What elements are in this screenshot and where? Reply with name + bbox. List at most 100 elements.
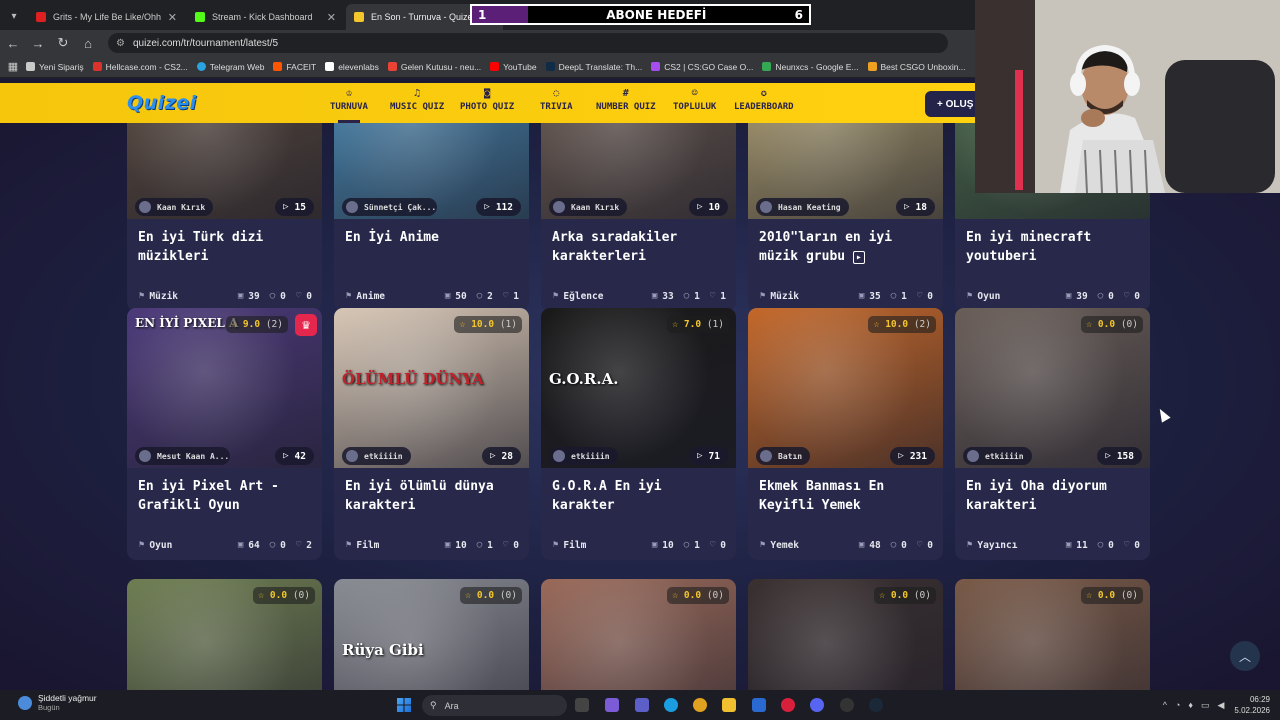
nav-turnuva[interactable]: ♔ TURNUVA bbox=[330, 88, 368, 112]
like-count[interactable]: ♡ 0 bbox=[503, 540, 519, 551]
bookmark[interactable]: Telegram Web bbox=[196, 62, 264, 72]
quiz-card[interactable]: Sünnetçi Çak... ▷ 112 En İyi Anime ⚑ Anime ▣ 50… bbox=[334, 123, 529, 311]
category[interactable]: ⚑ Film bbox=[553, 540, 642, 551]
steam-icon[interactable] bbox=[869, 698, 883, 712]
quiz-thumbnail[interactable]: ÖLÜMLÜ DÜNYA ☆ 10.0 (1) etkiiiin ▷ 28 bbox=[334, 308, 529, 468]
quiz-thumbnail[interactable]: ☆ 0.0 (0) etkiiiin ▷ 158 bbox=[955, 308, 1150, 468]
network-icon[interactable]: ◔ bbox=[1175, 700, 1180, 710]
store-icon[interactable] bbox=[752, 698, 766, 712]
taskbar-search[interactable]: ⚲ Ara bbox=[422, 695, 567, 716]
author-chip[interactable]: etkiiiin bbox=[342, 447, 411, 465]
weather-widget[interactable]: Şiddetli yağmur Bugün bbox=[18, 693, 97, 712]
nav-photo-quiz[interactable]: ◙ PHOTO QUIZ bbox=[460, 88, 514, 112]
nav-trivia[interactable]: ◌ TRIVIA bbox=[540, 88, 573, 112]
author-chip[interactable]: Sünnetçi Çak... bbox=[342, 198, 437, 216]
author-chip[interactable]: Kaan Kırık bbox=[135, 198, 214, 216]
microphone-icon[interactable]: ♦ bbox=[1188, 700, 1193, 710]
nav-topluluk[interactable]: ☺ TOPLULUK bbox=[673, 88, 716, 112]
like-count[interactable]: ♡ 1 bbox=[710, 291, 726, 302]
category[interactable]: ⚑ Anime bbox=[346, 291, 435, 302]
like-count[interactable]: ♡ 0 bbox=[917, 291, 933, 302]
quiz-thumbnail[interactable]: ☆ 0.0 (0) bbox=[955, 579, 1150, 690]
quiz-thumbnail[interactable]: Sünnetçi Çak... ▷ 112 bbox=[334, 123, 529, 219]
category[interactable]: ⚑ Yemek bbox=[760, 540, 849, 551]
quiz-card[interactable]: ☆ 0.0 (0) etkiiiin ▷ 158 En iyi Oha diyorum … bbox=[955, 308, 1150, 560]
bookmark[interactable]: Yeni Sipariş bbox=[26, 62, 84, 72]
quiz-title[interactable]: Ekmek Banması En Keyifli Yemek bbox=[748, 468, 943, 530]
nav-leaderboard[interactable]: ✪ LEADERBOARD bbox=[734, 88, 794, 112]
quiz-thumbnail[interactable]: EN İYİ PIXEL A ☆ 9.0 (2) ♛ Mesut Kaan A... ▷… bbox=[127, 308, 322, 468]
category[interactable]: ⚑ Oyun bbox=[139, 540, 228, 551]
chevron-up-icon[interactable]: ^ bbox=[1163, 700, 1167, 710]
bookmark[interactable]: Hellcase.com - CS2... bbox=[92, 62, 188, 72]
bookmark[interactable]: Best CSGO Unboxin... bbox=[867, 62, 966, 72]
bookmark[interactable]: DeepL Translate: Th... bbox=[545, 62, 642, 72]
quiz-thumbnail[interactable]: Rüya Gibi ☆ 0.0 (0) bbox=[334, 579, 529, 690]
bookmark[interactable]: Neunxcs - Google E... bbox=[762, 62, 859, 72]
bookmark[interactable]: YouTube bbox=[490, 62, 537, 72]
site-info-icon[interactable]: ⚙ bbox=[116, 38, 125, 49]
edge-icon[interactable] bbox=[664, 698, 678, 712]
quiz-thumbnail[interactable]: ☆ 10.0 (2) Batın ▷ 231 bbox=[748, 308, 943, 468]
quiz-card[interactable]: Kaan Kırık ▷ 10 Arka sıradakiler karakterle… bbox=[541, 123, 736, 311]
author-chip[interactable]: Batın bbox=[756, 447, 811, 465]
home-icon[interactable]: ⌂ bbox=[76, 36, 100, 51]
bookmark[interactable]: Gelen Kutusu - neu... bbox=[387, 62, 481, 72]
quiz-card[interactable]: ☆ 0.0 (0) bbox=[541, 579, 736, 690]
quiz-title[interactable]: En iyi Oha diyorum karakteri bbox=[955, 468, 1150, 530]
quiz-title[interactable]: G.O.R.A En iyi karakter bbox=[541, 468, 736, 530]
like-count[interactable]: ♡ 0 bbox=[1124, 291, 1140, 302]
quiz-title[interactable]: En iyi Pixel Art - Grafikli Oyun bbox=[127, 468, 322, 530]
quiz-card[interactable]: ☆ 0.0 (0) bbox=[127, 579, 322, 690]
quiz-thumbnail[interactable]: Kaan Kırık ▷ 10 bbox=[541, 123, 736, 219]
author-chip[interactable]: Hasan Keating bbox=[756, 198, 849, 216]
author-chip[interactable]: Kaan Kırık bbox=[549, 198, 628, 216]
teams-icon[interactable] bbox=[635, 698, 649, 712]
back-icon[interactable]: ← bbox=[1, 36, 25, 51]
bookmark[interactable]: CS2 | CS:GO Case O... bbox=[651, 62, 753, 72]
close-tab-icon[interactable]: ✕ bbox=[168, 11, 177, 24]
chrome-icon[interactable] bbox=[693, 698, 707, 712]
quiz-thumbnail[interactable]: ☆ 0.0 (0) bbox=[541, 579, 736, 690]
volume-icon[interactable]: ◀ bbox=[1217, 700, 1224, 711]
quiz-card[interactable]: EN İYİ PIXEL A ☆ 9.0 (2) ♛ Mesut Kaan A... ▷… bbox=[127, 308, 322, 560]
author-chip[interactable]: Mesut Kaan A... bbox=[135, 447, 230, 465]
tab-search-icon[interactable]: ▾ bbox=[0, 2, 28, 30]
quiz-card[interactable]: G.O.R.A. ☆ 7.0 (1) etkiiiin ▷ 71 G.O.R.A En i… bbox=[541, 308, 736, 560]
quiz-thumbnail[interactable]: Kaan Kırık ▷ 15 bbox=[127, 123, 322, 219]
quiz-thumbnail[interactable]: ☆ 0.0 (0) bbox=[748, 579, 943, 690]
category[interactable]: ⚑ Eğlence bbox=[553, 291, 642, 302]
opera-icon[interactable] bbox=[781, 698, 795, 712]
like-count[interactable]: ♡ 0 bbox=[710, 540, 726, 551]
scroll-to-top-button[interactable]: ︿ bbox=[1230, 641, 1260, 671]
nav-music-quiz[interactable]: ♫ MUSIC QUIZ bbox=[390, 88, 444, 112]
quiz-card[interactable]: Rüya Gibi ☆ 0.0 (0) bbox=[334, 579, 529, 690]
quiz-title[interactable]: En iyi Türk dizi müzikleri bbox=[127, 219, 322, 281]
browser-tab[interactable]: Stream - Kick Dashboard ✕ bbox=[187, 4, 344, 30]
like-count[interactable]: ♡ 0 bbox=[917, 540, 933, 551]
quiz-card[interactable]: ☆ 0.0 (0) bbox=[748, 579, 943, 690]
like-count[interactable]: ♡ 0 bbox=[296, 291, 312, 302]
quiz-card[interactable]: ÖLÜMLÜ DÜNYA ☆ 10.0 (1) etkiiiin ▷ 28 En iyi … bbox=[334, 308, 529, 560]
category[interactable]: ⚑ Müzik bbox=[139, 291, 228, 302]
category[interactable]: ⚑ Yayıncı bbox=[967, 540, 1056, 551]
like-count[interactable]: ♡ 0 bbox=[1124, 540, 1140, 551]
quiz-card[interactable]: Kaan Kırık ▷ 15 En iyi Türk dizi müzikleri ⚑… bbox=[127, 123, 322, 311]
quiz-title[interactable]: En İyi Anime bbox=[334, 219, 529, 281]
category[interactable]: ⚑ Oyun bbox=[967, 291, 1056, 302]
quiz-title[interactable]: Arka sıradakiler karakterleri bbox=[541, 219, 736, 281]
author-chip[interactable]: etkiiiin bbox=[963, 447, 1032, 465]
quiz-card[interactable]: ☆ 0.0 (0) bbox=[955, 579, 1150, 690]
apps-grid-icon[interactable]: ▦ bbox=[0, 60, 26, 73]
quizei-logo[interactable]: Quizei bbox=[127, 92, 197, 114]
author-chip[interactable]: etkiiiin bbox=[549, 447, 618, 465]
file-explorer-icon[interactable] bbox=[722, 698, 736, 712]
windows-start-icon[interactable] bbox=[397, 698, 411, 712]
discord-icon[interactable] bbox=[810, 698, 824, 712]
quiz-card[interactable]: Hasan Keating ▷ 18 2010"ların en iyi müzik … bbox=[748, 123, 943, 311]
quiz-thumbnail[interactable]: ☆ 0.0 (0) bbox=[127, 579, 322, 690]
like-count[interactable]: ♡ 1 bbox=[503, 291, 519, 302]
category[interactable]: ⚑ Film bbox=[346, 540, 435, 551]
quiz-thumbnail[interactable]: G.O.R.A. ☆ 7.0 (1) etkiiiin ▷ 71 bbox=[541, 308, 736, 468]
quiz-card[interactable]: ☆ 10.0 (2) Batın ▷ 231 Ekmek Banması En Keyi… bbox=[748, 308, 943, 560]
